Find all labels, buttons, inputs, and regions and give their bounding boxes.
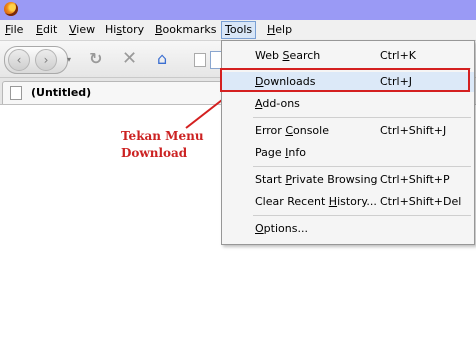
back-arrow-icon: ‹ xyxy=(16,53,22,67)
reload-icon[interactable]: ↻ xyxy=(89,51,102,67)
menu-separator xyxy=(253,166,471,167)
page-icon xyxy=(194,53,206,67)
menu-tools[interactable]: Tools xyxy=(221,21,257,39)
menu-separator xyxy=(253,215,471,216)
menu-item-page-info[interactable]: Page Info xyxy=(222,143,474,163)
home-icon[interactable]: ⌂ xyxy=(157,51,167,67)
menu-history[interactable]: History xyxy=(102,22,147,38)
tab-title: (Untitled) xyxy=(31,86,92,99)
back-button[interactable]: ‹ xyxy=(8,49,30,71)
menu-item-private-browsing[interactable]: Start Private Browsing Ctrl+Shift+P xyxy=(222,170,474,190)
shortcut-label: Ctrl+Shift+Del xyxy=(380,195,462,208)
menu-item-clear-history[interactable]: Clear Recent History... Ctrl+Shift+Del xyxy=(222,192,474,212)
page-icon xyxy=(10,86,22,100)
tab-untitled[interactable]: (Untitled) xyxy=(2,81,234,104)
menu-bookmarks[interactable]: Bookmarks xyxy=(152,22,219,38)
annotation-text: Tekan Menu Download xyxy=(121,129,204,160)
menu-item-error-console[interactable]: Error Console Ctrl+Shift+J xyxy=(222,121,474,141)
menu-edit[interactable]: Edit xyxy=(33,22,60,38)
title-bar xyxy=(0,0,476,20)
history-dropdown-icon[interactable]: ▾ xyxy=(67,55,71,64)
shortcut-label: Ctrl+K xyxy=(380,49,417,62)
menu-item-web-search[interactable]: Web Search Ctrl+K xyxy=(222,46,474,66)
firefox-logo-icon xyxy=(4,2,18,16)
back-forward-group: ‹ › xyxy=(4,46,68,74)
forward-button[interactable]: › xyxy=(35,49,57,71)
menu-separator xyxy=(253,117,471,118)
stop-icon[interactable]: ✕ xyxy=(122,50,137,68)
menu-bar: File Edit View History Bookmarks Tools H… xyxy=(0,20,476,41)
downloads-highlight-box xyxy=(220,68,470,92)
shortcut-label: Ctrl+Shift+J xyxy=(380,124,447,137)
shortcut-label: Ctrl+Shift+P xyxy=(380,173,450,186)
menu-help[interactable]: Help xyxy=(264,22,295,38)
forward-arrow-icon: › xyxy=(43,53,49,67)
menu-item-add-ons[interactable]: Add-ons xyxy=(222,94,474,114)
menu-file[interactable]: File xyxy=(2,22,26,38)
menu-item-options[interactable]: Options... xyxy=(222,219,474,239)
menu-view[interactable]: View xyxy=(66,22,98,38)
